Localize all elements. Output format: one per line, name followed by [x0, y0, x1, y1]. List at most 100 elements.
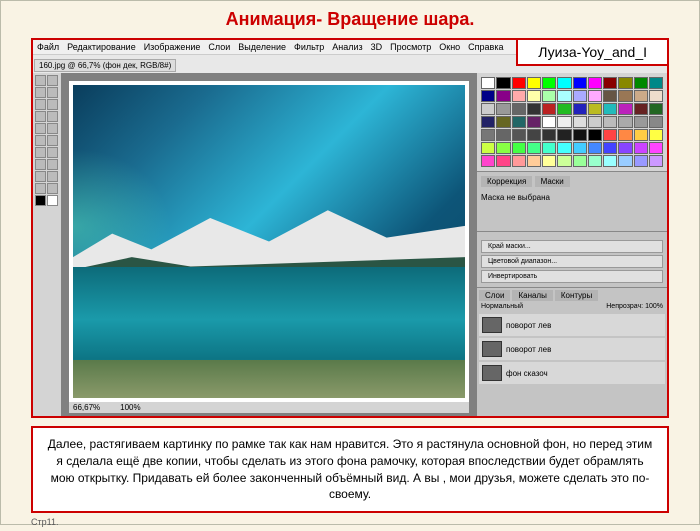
swatch[interactable]	[603, 116, 617, 128]
channels-tab[interactable]: Каналы	[512, 290, 552, 301]
heal-tool[interactable]	[35, 111, 46, 122]
swatch[interactable]	[557, 77, 571, 89]
swatch[interactable]	[588, 77, 602, 89]
swatch[interactable]	[557, 90, 571, 102]
color-range-button[interactable]: Цветовой диапазон...	[481, 255, 663, 268]
marquee-tool[interactable]	[47, 75, 58, 86]
swatch[interactable]	[527, 129, 541, 141]
swatch[interactable]	[588, 103, 602, 115]
swatch[interactable]	[481, 77, 495, 89]
menu-edit[interactable]: Редактирование	[67, 42, 136, 52]
swatch[interactable]	[649, 90, 663, 102]
blend-mode[interactable]: Нормальный	[481, 303, 523, 310]
swatch[interactable]	[618, 116, 632, 128]
swatch[interactable]	[496, 77, 510, 89]
swatch[interactable]	[512, 129, 526, 141]
paths-tab[interactable]: Контуры	[555, 290, 598, 301]
stamp-tool[interactable]	[35, 123, 46, 134]
swatch[interactable]	[588, 155, 602, 167]
swatch[interactable]	[557, 129, 571, 141]
masks-tab[interactable]: Маски	[535, 176, 570, 187]
swatch[interactable]	[588, 129, 602, 141]
layer-row[interactable]: фон сказоч	[479, 362, 665, 384]
swatch[interactable]	[512, 90, 526, 102]
path-tool[interactable]	[35, 171, 46, 182]
swatch[interactable]	[634, 116, 648, 128]
swatch[interactable]	[603, 90, 617, 102]
swatch[interactable]	[573, 77, 587, 89]
swatch[interactable]	[618, 90, 632, 102]
canvas[interactable]	[69, 81, 469, 402]
swatch[interactable]	[481, 142, 495, 154]
history-brush-tool[interactable]	[47, 123, 58, 134]
swatch[interactable]	[573, 155, 587, 167]
swatch[interactable]	[649, 103, 663, 115]
swatch[interactable]	[496, 129, 510, 141]
swatch[interactable]	[496, 142, 510, 154]
hand-tool[interactable]	[35, 183, 46, 194]
swatch[interactable]	[527, 142, 541, 154]
swatch[interactable]	[588, 90, 602, 102]
corrections-tab[interactable]: Коррекция	[481, 176, 532, 187]
swatch[interactable]	[588, 142, 602, 154]
swatch[interactable]	[542, 116, 556, 128]
swatch[interactable]	[542, 90, 556, 102]
document-tab[interactable]: 160.jpg @ 66,7% (фон дек, RGB/8#)	[34, 59, 176, 72]
swatch[interactable]	[557, 103, 571, 115]
layers-tab[interactable]: Слои	[479, 290, 510, 301]
swatch[interactable]	[557, 116, 571, 128]
swatch[interactable]	[496, 90, 510, 102]
layer-row[interactable]: поворот лев	[479, 338, 665, 360]
swatch[interactable]	[527, 116, 541, 128]
gradient-tool[interactable]	[47, 135, 58, 146]
swatch[interactable]	[481, 103, 495, 115]
swatch[interactable]	[481, 155, 495, 167]
swatch[interactable]	[649, 77, 663, 89]
swatch[interactable]	[481, 129, 495, 141]
pen-tool[interactable]	[35, 159, 46, 170]
swatch[interactable]	[634, 129, 648, 141]
swatch[interactable]	[634, 155, 648, 167]
swatch[interactable]	[481, 116, 495, 128]
menu-3d[interactable]: 3D	[371, 42, 383, 52]
swatch[interactable]	[618, 77, 632, 89]
swatch[interactable]	[512, 103, 526, 115]
swatch[interactable]	[527, 90, 541, 102]
background-color[interactable]	[47, 195, 58, 206]
swatch[interactable]	[512, 142, 526, 154]
swatch[interactable]	[557, 155, 571, 167]
swatch[interactable]	[512, 77, 526, 89]
lasso-tool[interactable]	[35, 87, 46, 98]
swatch[interactable]	[496, 155, 510, 167]
blur-tool[interactable]	[35, 147, 46, 158]
swatch[interactable]	[573, 103, 587, 115]
swatch[interactable]	[542, 142, 556, 154]
shape-tool[interactable]	[47, 171, 58, 182]
swatch[interactable]	[634, 90, 648, 102]
swatch[interactable]	[496, 116, 510, 128]
swatch[interactable]	[542, 129, 556, 141]
swatch[interactable]	[618, 155, 632, 167]
swatch[interactable]	[527, 103, 541, 115]
swatch[interactable]	[603, 155, 617, 167]
swatch[interactable]	[481, 90, 495, 102]
swatch[interactable]	[618, 103, 632, 115]
swatch[interactable]	[542, 155, 556, 167]
swatch[interactable]	[634, 142, 648, 154]
menu-file[interactable]: Файл	[37, 42, 59, 52]
crop-tool[interactable]	[35, 99, 46, 110]
dodge-tool[interactable]	[47, 147, 58, 158]
swatch[interactable]	[649, 155, 663, 167]
opacity-value[interactable]: 100%	[645, 303, 663, 310]
swatch[interactable]	[603, 103, 617, 115]
move-tool[interactable]	[35, 75, 46, 86]
swatch[interactable]	[527, 77, 541, 89]
wand-tool[interactable]	[47, 87, 58, 98]
menu-window[interactable]: Окно	[439, 42, 460, 52]
swatch[interactable]	[542, 77, 556, 89]
menu-filter[interactable]: Фильтр	[294, 42, 324, 52]
swatch[interactable]	[603, 129, 617, 141]
mask-edge-button[interactable]: Край маски...	[481, 240, 663, 253]
swatch[interactable]	[573, 129, 587, 141]
swatch[interactable]	[557, 142, 571, 154]
